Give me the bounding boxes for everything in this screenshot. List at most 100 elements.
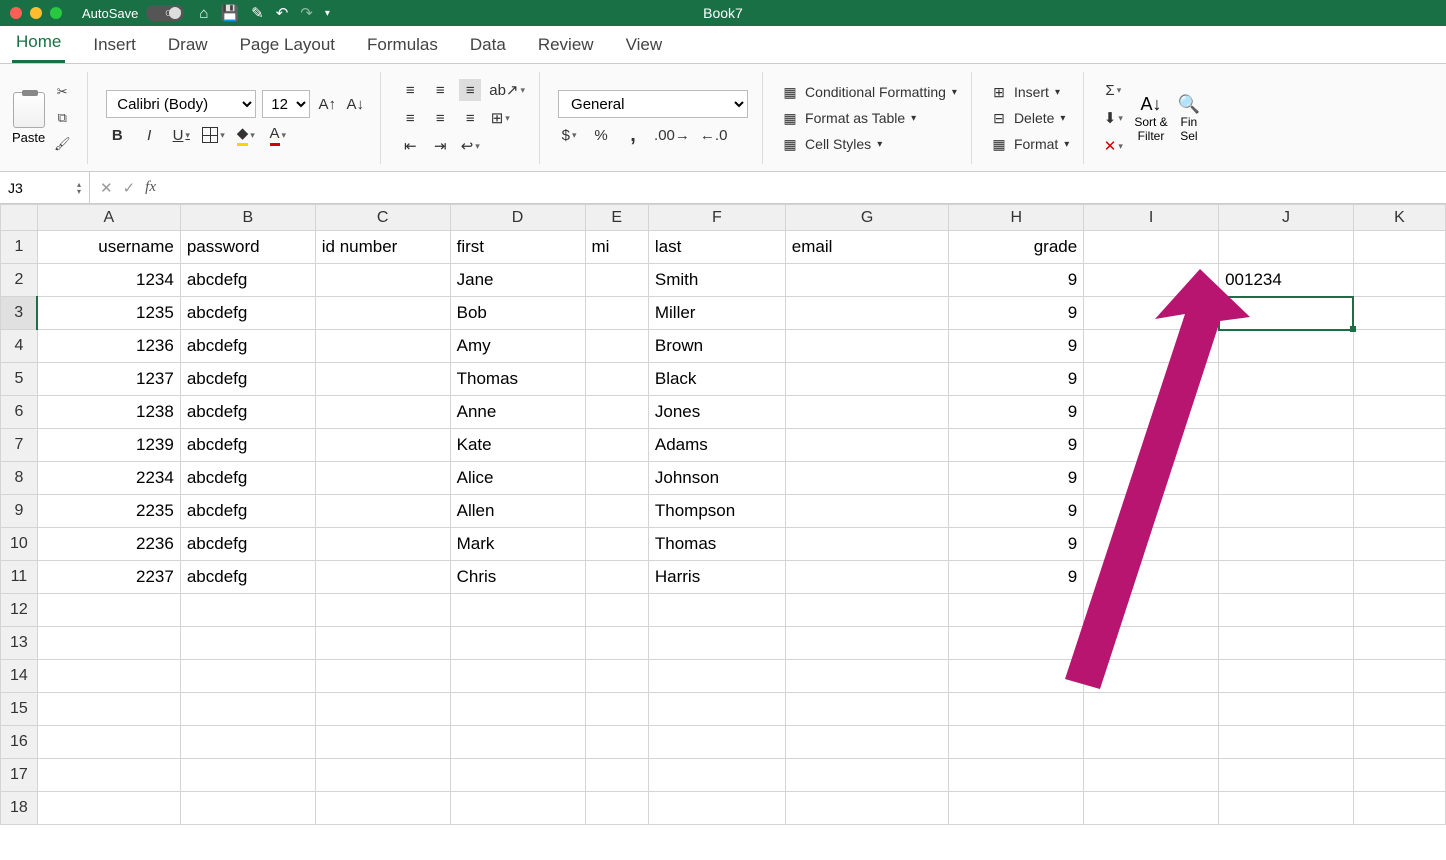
cell[interactable] [648, 726, 785, 759]
cell[interactable] [1084, 693, 1219, 726]
italic-button[interactable]: I [138, 124, 160, 146]
cell[interactable] [949, 726, 1084, 759]
decrease-indent-icon[interactable]: ⇤ [399, 135, 421, 157]
cell[interactable] [315, 396, 450, 429]
cell[interactable] [1353, 297, 1445, 330]
cell[interactable] [1219, 561, 1354, 594]
cell[interactable]: mi [585, 231, 648, 264]
cell[interactable] [1084, 561, 1219, 594]
cell[interactable]: Johnson [648, 462, 785, 495]
cell[interactable] [1084, 792, 1219, 825]
cell[interactable] [648, 594, 785, 627]
comma-button[interactable]: , [622, 124, 644, 146]
tab-page-layout[interactable]: Page Layout [236, 27, 339, 63]
minimize-window-icon[interactable] [30, 7, 42, 19]
cell[interactable]: Anne [450, 396, 585, 429]
autosum-icon[interactable]: Σ [1102, 79, 1124, 101]
cell[interactable] [1219, 363, 1354, 396]
cell[interactable] [37, 627, 180, 660]
column-header-D[interactable]: D [450, 205, 585, 231]
row-header[interactable]: 9 [1, 495, 38, 528]
cell[interactable]: 1237 [37, 363, 180, 396]
row-header[interactable]: 11 [1, 561, 38, 594]
format-painter-icon[interactable]: 🖌 [51, 134, 73, 154]
align-left-icon[interactable]: ≡ [399, 107, 421, 129]
wrap-text-icon[interactable]: ↩ [459, 135, 481, 157]
cell[interactable] [949, 594, 1084, 627]
cell[interactable]: grade [949, 231, 1084, 264]
cell[interactable] [785, 759, 949, 792]
cell[interactable]: 9 [949, 561, 1084, 594]
cell[interactable]: Thomas [450, 363, 585, 396]
cell[interactable] [585, 792, 648, 825]
font-color-button[interactable]: A [267, 124, 289, 146]
cell[interactable] [785, 528, 949, 561]
decrease-decimal-icon[interactable]: ←.0 [700, 124, 728, 146]
cell[interactable] [585, 297, 648, 330]
copy-icon[interactable]: ⧉ [51, 108, 73, 128]
row-header[interactable]: 8 [1, 462, 38, 495]
align-center-icon[interactable]: ≡ [429, 107, 451, 129]
fill-color-button[interactable]: ◆ [235, 124, 257, 146]
conditional-formatting-button[interactable]: ▦Conditional Formatting ▾ [781, 83, 957, 101]
cell[interactable]: Miller [648, 297, 785, 330]
cell[interactable] [585, 594, 648, 627]
cell[interactable] [1353, 759, 1445, 792]
fill-down-icon[interactable]: ⬇ [1102, 107, 1124, 129]
cell[interactable] [1353, 264, 1445, 297]
cell[interactable]: Alice [450, 462, 585, 495]
cell[interactable] [180, 792, 315, 825]
column-header-A[interactable]: A [37, 205, 180, 231]
cell[interactable]: abcdefg [180, 429, 315, 462]
cell[interactable]: 9 [949, 363, 1084, 396]
cell[interactable]: last [648, 231, 785, 264]
cell[interactable] [1084, 462, 1219, 495]
cut-icon[interactable]: ✂ [51, 82, 73, 102]
cell[interactable] [1353, 627, 1445, 660]
cell[interactable]: Mark [450, 528, 585, 561]
cell[interactable] [37, 594, 180, 627]
row-header[interactable]: 10 [1, 528, 38, 561]
cell[interactable] [1084, 660, 1219, 693]
cell[interactable] [785, 693, 949, 726]
cell[interactable] [315, 363, 450, 396]
cell[interactable] [1353, 429, 1445, 462]
tab-draw[interactable]: Draw [164, 27, 212, 63]
format-cells-button[interactable]: ▦Format ▾ [990, 135, 1069, 153]
cell[interactable] [1219, 627, 1354, 660]
row-header[interactable]: 13 [1, 627, 38, 660]
column-header-E[interactable]: E [585, 205, 648, 231]
cell[interactable] [648, 660, 785, 693]
cell[interactable] [1084, 330, 1219, 363]
cell[interactable] [785, 330, 949, 363]
cell[interactable] [315, 594, 450, 627]
cell[interactable] [1219, 495, 1354, 528]
save-icon[interactable]: 💾 [220, 4, 239, 22]
cell[interactable] [1084, 594, 1219, 627]
cell[interactable]: 1235 [37, 297, 180, 330]
cancel-formula-icon[interactable]: ✕ [100, 179, 113, 197]
cell[interactable] [450, 660, 585, 693]
cell[interactable]: Bob [450, 297, 585, 330]
cell[interactable] [585, 660, 648, 693]
cell[interactable]: abcdefg [180, 561, 315, 594]
cell[interactable] [180, 627, 315, 660]
cell[interactable] [180, 660, 315, 693]
cell[interactable] [1084, 297, 1219, 330]
cell[interactable] [37, 726, 180, 759]
cell[interactable]: 9 [949, 429, 1084, 462]
cell[interactable]: Harris [648, 561, 785, 594]
cell[interactable]: Kate [450, 429, 585, 462]
cell[interactable] [585, 396, 648, 429]
cell[interactable] [1219, 660, 1354, 693]
formula-input[interactable] [166, 172, 1446, 203]
cell[interactable] [315, 462, 450, 495]
cell[interactable] [450, 726, 585, 759]
cell[interactable]: Thompson [648, 495, 785, 528]
cell[interactable] [785, 660, 949, 693]
cell[interactable] [1353, 594, 1445, 627]
row-header[interactable]: 14 [1, 660, 38, 693]
tab-home[interactable]: Home [12, 24, 65, 63]
cell[interactable] [180, 594, 315, 627]
cell[interactable]: 1236 [37, 330, 180, 363]
